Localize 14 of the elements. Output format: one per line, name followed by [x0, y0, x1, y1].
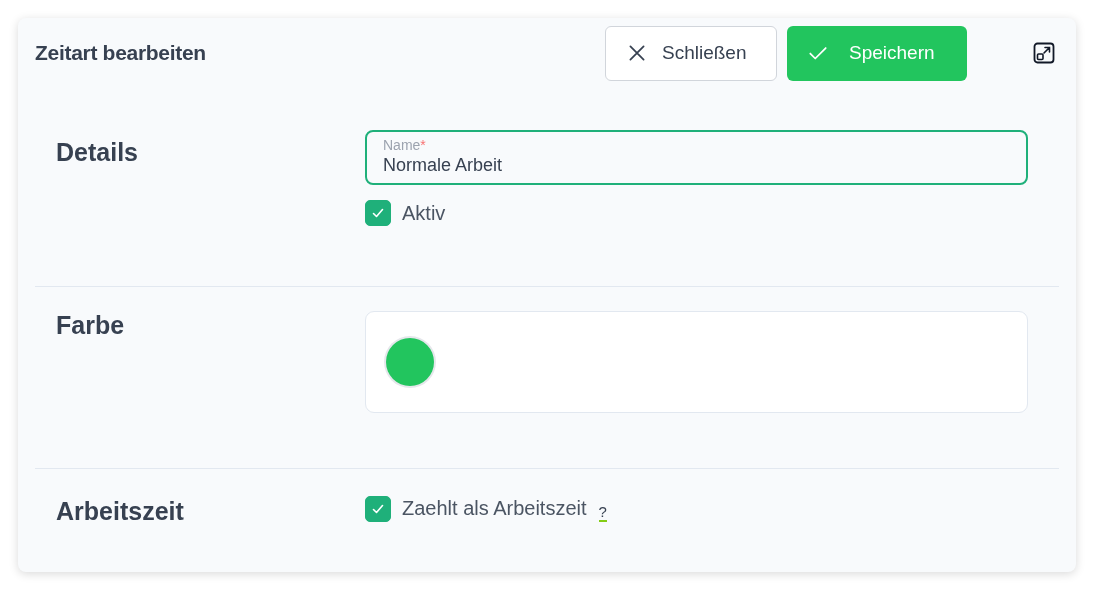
help-link[interactable]: ? — [598, 503, 607, 522]
dialog-title: Zeitart bearbeiten — [35, 41, 206, 65]
checkbox[interactable] — [365, 200, 391, 226]
checkbox-label: Aktiv — [402, 201, 446, 225]
section-heading: Arbeitszeit — [55, 496, 185, 526]
close-button[interactable]: Schließen — [605, 25, 777, 81]
section-heading: Farbe — [55, 311, 126, 341]
section-heading: Details — [55, 137, 139, 168]
checkbox-label: Zaehlt als Arbeitszeit — [402, 497, 587, 520]
color-swatch[interactable] — [386, 338, 434, 386]
color-picker[interactable] — [365, 311, 1028, 413]
checkbox[interactable] — [365, 495, 391, 522]
expand-icon[interactable] — [1033, 42, 1055, 64]
name-field[interactable]: Name* Normale Arbeit — [365, 130, 1028, 185]
